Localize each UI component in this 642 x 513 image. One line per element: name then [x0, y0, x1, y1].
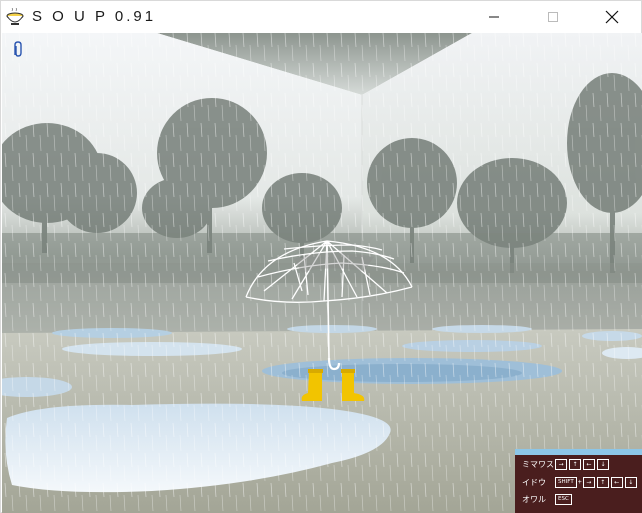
key-esc: ESC: [555, 493, 572, 505]
minimize-button[interactable]: [471, 1, 517, 33]
game-window: S O U P 0.91 ミマワス → ↑ ← ↓ イドウ SHIFT + → …: [0, 0, 642, 513]
help-label-quit: オワル: [522, 494, 546, 504]
help-label-look: ミマワス: [522, 459, 554, 469]
help-row-quit: オワル ESC: [522, 493, 574, 505]
key-down: ↓: [624, 476, 637, 488]
title-bar[interactable]: S O U P 0.91: [1, 1, 641, 33]
close-button[interactable]: [589, 1, 635, 33]
soup-bowl-icon: [6, 8, 24, 25]
key-up: ↑: [596, 476, 609, 488]
rain-overlay: [2, 33, 642, 513]
key-shift: SHIFT: [555, 476, 577, 488]
paperclip-icon[interactable]: [12, 41, 24, 58]
key-right: →: [582, 476, 595, 488]
rain-scene: [2, 33, 642, 513]
close-icon: [605, 10, 619, 24]
key-right: →: [555, 458, 567, 470]
maximize-icon: [548, 12, 558, 22]
controls-help-panel: ミマワス → ↑ ← ↓ イドウ SHIFT + → ↑ ← ↓ オワル ESC: [515, 449, 642, 513]
key-left: ←: [610, 476, 623, 488]
game-viewport[interactable]: ミマワス → ↑ ← ↓ イドウ SHIFT + → ↑ ← ↓ オワル ESC: [2, 33, 642, 513]
help-label-move: イドウ: [522, 477, 546, 487]
minimize-icon: [489, 16, 499, 18]
key-up: ↑: [569, 458, 581, 470]
window-title: S O U P 0.91: [32, 8, 157, 25]
key-down: ↓: [597, 458, 609, 470]
plus-sign: +: [577, 478, 582, 486]
help-row-look: ミマワス → ↑ ← ↓: [522, 458, 611, 470]
help-row-move: イドウ SHIFT + → ↑ ← ↓: [522, 476, 639, 488]
maximize-button[interactable]: [530, 1, 576, 33]
key-left: ←: [583, 458, 595, 470]
